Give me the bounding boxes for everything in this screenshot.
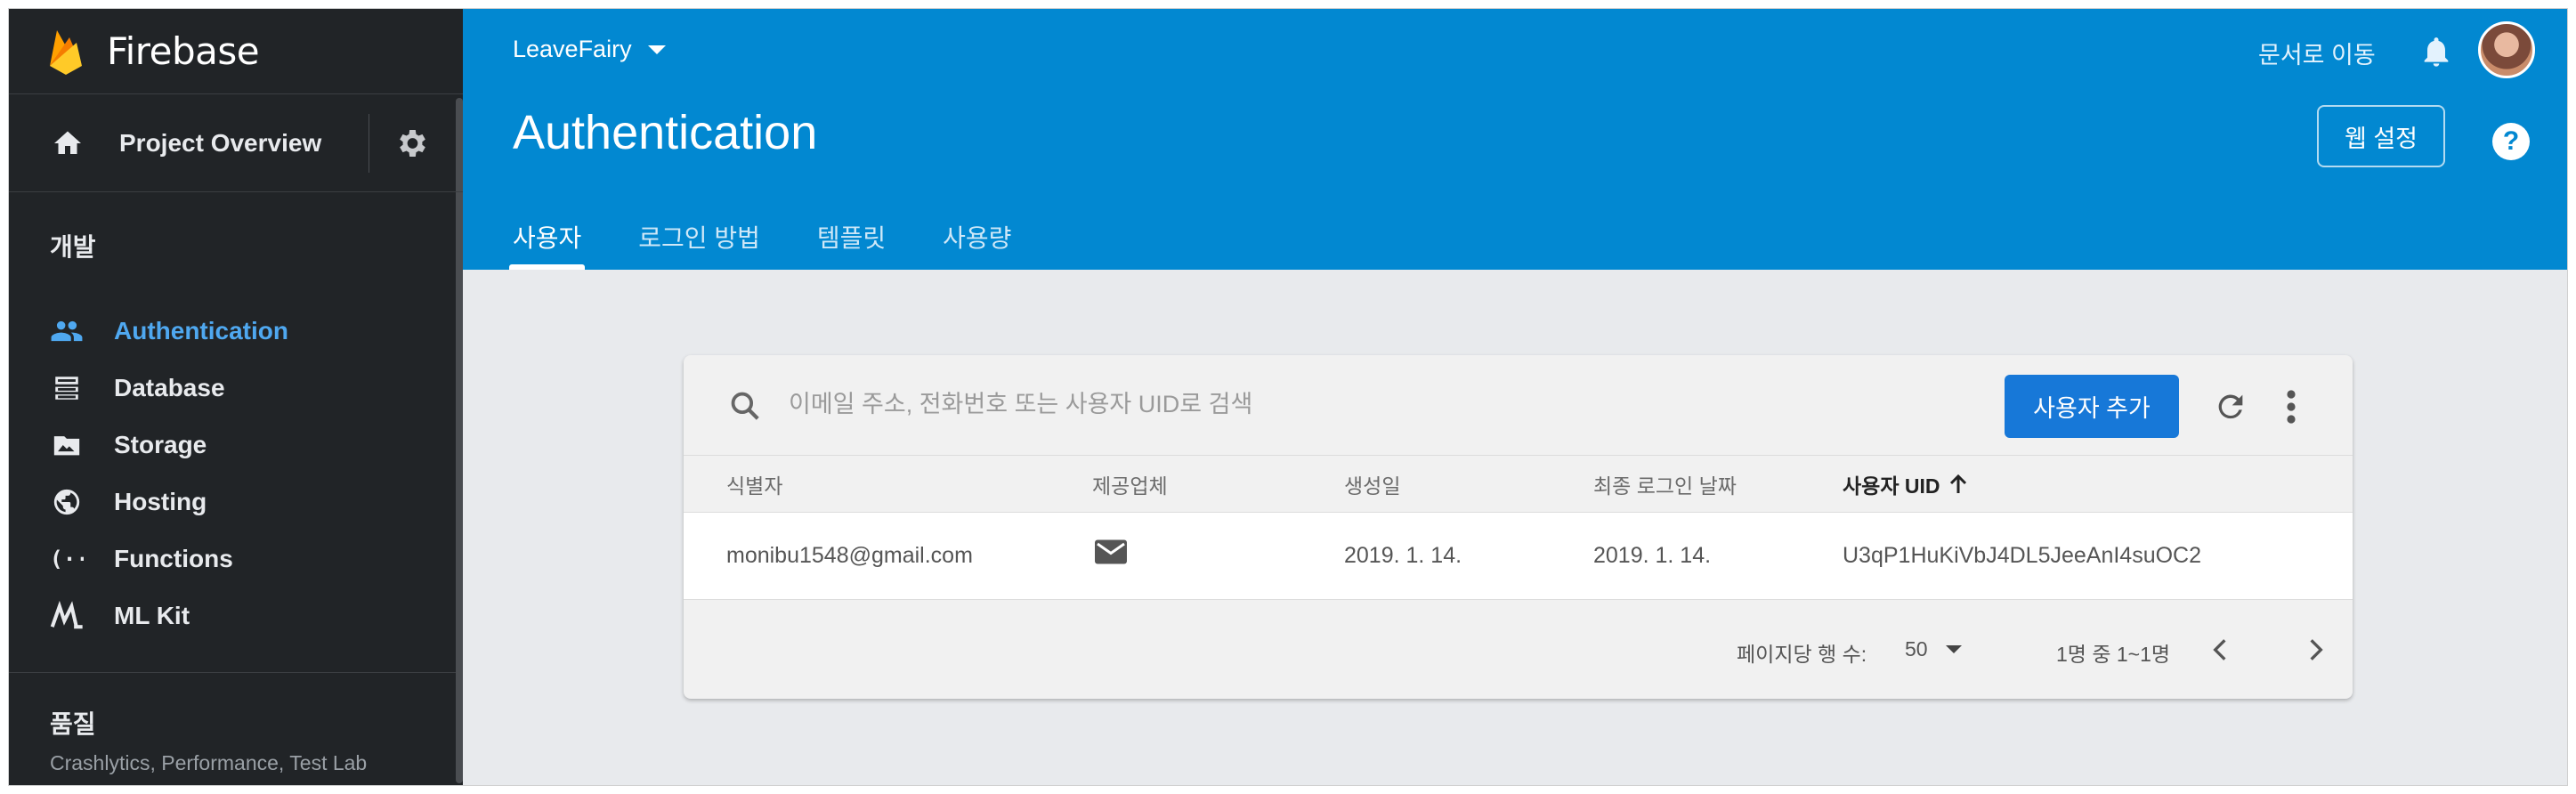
table-row[interactable]: monibu1548@gmail.com 2019. 1. 14. 2019. … [684, 513, 2353, 600]
rows-per-page-value: 50 [1905, 637, 1928, 660]
sidebar-item-storage[interactable]: Storage [9, 417, 463, 474]
docs-link[interactable]: 문서로 이동 [2258, 36, 2376, 70]
chevron-down-icon [647, 45, 666, 54]
refresh-icon[interactable] [2213, 389, 2248, 425]
project-selector[interactable]: LeaveFairy [513, 36, 666, 63]
chevron-right-icon[interactable] [2304, 636, 2329, 664]
cell-created: 2019. 1. 14. [1344, 543, 1462, 568]
quality-section[interactable]: 품질 Crashlytics, Performance, Test Lab [9, 672, 456, 775]
sidebar-item-label: Database [114, 374, 225, 401]
column-header-uid-label: 사용자 UID [1843, 474, 1940, 498]
ml-kit-icon [50, 599, 84, 633]
project-name: LeaveFairy [513, 36, 632, 62]
search-row: 사용자 추가 [684, 355, 2353, 456]
users-card: 사용자 추가 식별자 제공업체 생성일 최종 로그인 날짜 사용자 UID mo… [684, 355, 2353, 699]
cell-last-login: 2019. 1. 14. [1593, 543, 1712, 568]
rows-per-page-label: 페이지당 행 수: [1737, 643, 1867, 666]
sidebar-item-functions[interactable]: (···) Functions [9, 531, 463, 587]
sidebar-scrollbar[interactable] [456, 98, 463, 783]
more-vert-icon[interactable] [2286, 389, 2297, 425]
column-header-identifier[interactable]: 식별자 [726, 469, 782, 499]
bell-icon[interactable] [2418, 32, 2454, 71]
table-header: 식별자 제공업체 생성일 최종 로그인 날짜 사용자 UID [684, 456, 2353, 513]
tab-sign-in-method[interactable]: 로그인 방법 [638, 219, 760, 270]
search-icon [731, 392, 759, 420]
header: LeaveFairy Authentication 문서로 이동 웹 설정 ? … [463, 9, 2567, 270]
table-footer: 페이지당 행 수: 50 1명 중 1~1명 [684, 600, 2353, 698]
tab-usage[interactable]: 사용량 [943, 219, 1011, 270]
sidebar: Firebase Project Overview 개발 Authenticat… [9, 9, 463, 785]
svg-text:(···): (···) [50, 546, 84, 571]
tab-users[interactable]: 사용자 [508, 219, 586, 270]
sidebar-item-label: Functions [114, 545, 233, 572]
tab-bar: 사용자 로그인 방법 템플릿 사용량 [508, 219, 1068, 270]
brand-name: Firebase [107, 29, 260, 73]
functions-icon: (···) [50, 542, 84, 576]
avatar[interactable] [2478, 21, 2535, 78]
sidebar-item-label: Storage [114, 431, 207, 458]
column-header-last-login[interactable]: 최종 로그인 날짜 [1593, 469, 1737, 499]
sidebar-item-database[interactable]: Database [9, 360, 463, 417]
web-setup-button[interactable]: 웹 설정 [2317, 105, 2445, 167]
page-title: Authentication [513, 106, 818, 159]
sidebar-item-hosting[interactable]: Hosting [9, 474, 463, 531]
section-dev-title: 개발 [50, 233, 96, 261]
rows-per-page-select[interactable]: 50 [1905, 637, 1962, 661]
sidebar-nav: Authentication Database Storage Hosting … [9, 303, 463, 644]
storage-icon [50, 428, 84, 462]
quality-title: 품질 [50, 710, 96, 738]
column-header-provider[interactable]: 제공업체 [1092, 469, 1168, 499]
email-icon [1095, 539, 1127, 564]
database-icon [50, 371, 84, 405]
project-overview-link[interactable]: Project Overview [119, 129, 321, 158]
cell-identifier: monibu1548@gmail.com [726, 543, 973, 568]
help-icon[interactable]: ? [2492, 123, 2530, 160]
sidebar-item-authentication[interactable]: Authentication [9, 303, 463, 360]
home-icon [54, 131, 81, 154]
column-header-created[interactable]: 생성일 [1344, 469, 1400, 499]
brand[interactable]: Firebase [9, 9, 463, 94]
chevron-left-icon[interactable] [2207, 636, 2232, 664]
project-overview-row: Project Overview [9, 94, 463, 192]
firebase-logo-icon [50, 29, 82, 75]
gear-icon[interactable] [393, 126, 429, 161]
search-input[interactable] [789, 382, 1501, 426]
sidebar-item-label: Authentication [114, 317, 288, 344]
people-icon [50, 314, 84, 348]
pagination-range: 1명 중 1~1명 [2056, 643, 2171, 666]
cell-uid: U3qP1HuKiVbJ4DL5JeeAnI4suOC2 [1843, 543, 2202, 568]
sidebar-item-ml-kit[interactable]: ML Kit [9, 587, 463, 644]
chevron-down-icon [1945, 645, 1962, 653]
add-user-button[interactable]: 사용자 추가 [2005, 375, 2179, 438]
arrow-up-icon [1950, 474, 1967, 493]
sidebar-item-label: ML Kit [114, 602, 190, 629]
sidebar-item-label: Hosting [114, 488, 207, 515]
column-header-uid[interactable]: 사용자 UID [1843, 469, 1968, 499]
quality-subtitle: Crashlytics, Performance, Test Lab [50, 751, 368, 774]
tab-templates[interactable]: 템플릿 [817, 219, 886, 270]
globe-icon [50, 485, 84, 519]
app-window: Firebase Project Overview 개발 Authenticat… [8, 8, 2568, 786]
